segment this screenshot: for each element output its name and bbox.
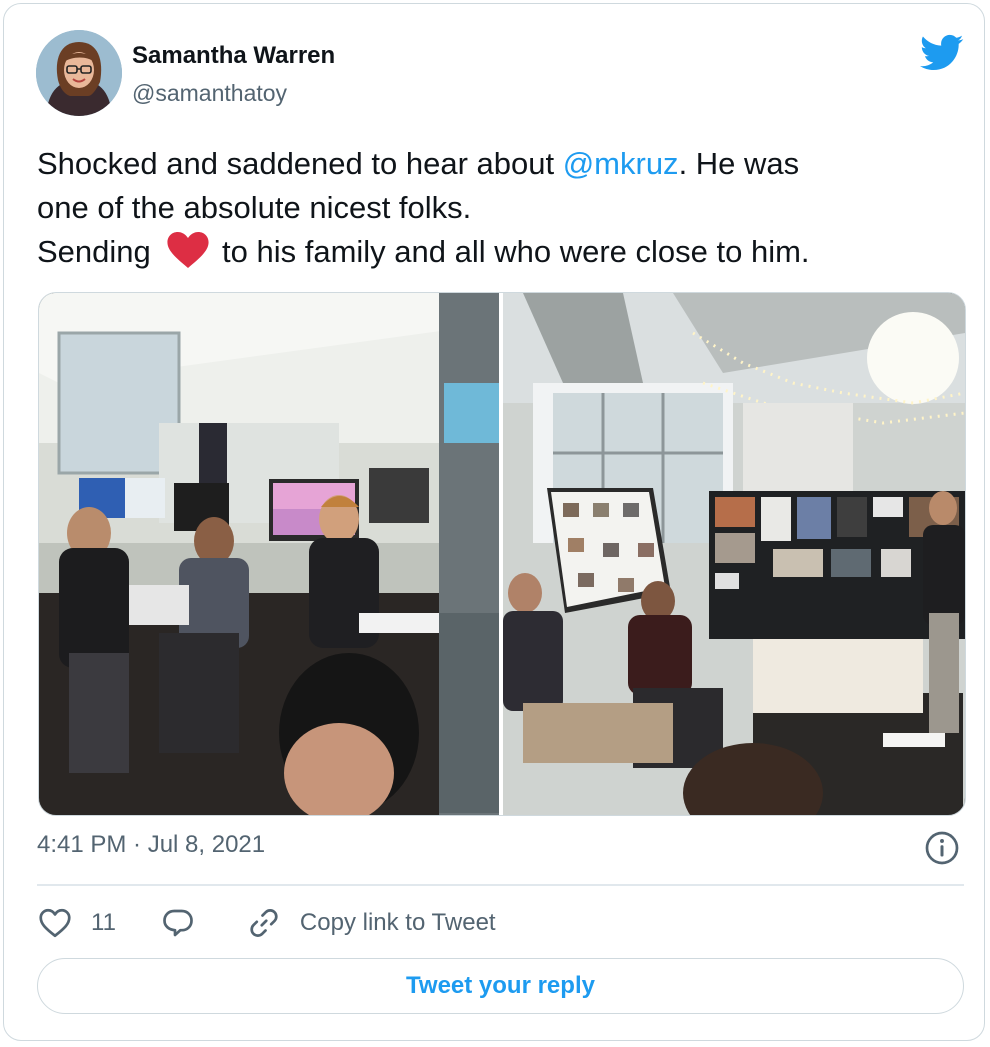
link-icon bbox=[250, 909, 278, 937]
tweet-text-part: . He was bbox=[678, 146, 800, 181]
red-heart-icon bbox=[167, 232, 209, 268]
tweet-timestamp[interactable]: 4:41 PM · Jul 8, 2021 bbox=[37, 831, 265, 859]
tweet-media[interactable] bbox=[38, 292, 966, 816]
like-button[interactable]: 11 bbox=[37, 905, 116, 941]
office-meeting-photo-right[interactable] bbox=[503, 293, 965, 815]
tweet-actions: 11 Copy link to Tweet bbox=[37, 901, 496, 945]
info-icon[interactable] bbox=[924, 830, 960, 866]
copy-link-button[interactable]: Copy link to Tweet bbox=[246, 905, 496, 941]
tweet-card: Samantha Warren @samanthatoy Shocked and… bbox=[3, 3, 985, 1041]
tweet-text: Shocked and saddened to hear about @mkru… bbox=[37, 142, 957, 274]
author-name[interactable]: Samantha Warren bbox=[132, 42, 335, 70]
reply-button[interactable] bbox=[160, 905, 196, 941]
twitter-bird-icon[interactable] bbox=[920, 34, 964, 72]
tweet-text-part: to his family and all who were close to … bbox=[213, 234, 810, 269]
mention-link[interactable]: @mkruz bbox=[563, 146, 679, 181]
tweet-text-part: one of the absolute nicest folks. bbox=[37, 190, 472, 225]
speech-bubble-icon bbox=[163, 909, 193, 937]
avatar[interactable] bbox=[36, 30, 122, 116]
tweet-text-part: Sending bbox=[37, 234, 160, 269]
tweet-your-reply-button[interactable]: Tweet your reply bbox=[37, 958, 964, 1014]
heart-outline-icon bbox=[39, 908, 71, 938]
divider bbox=[37, 884, 964, 886]
like-count: 11 bbox=[91, 909, 116, 936]
office-meeting-photo-left[interactable] bbox=[39, 293, 499, 815]
tweet-text-part: Shocked and saddened to hear about bbox=[37, 146, 563, 181]
copy-link-label: Copy link to Tweet bbox=[299, 909, 496, 936]
author-handle[interactable]: @samanthatoy bbox=[132, 80, 287, 107]
